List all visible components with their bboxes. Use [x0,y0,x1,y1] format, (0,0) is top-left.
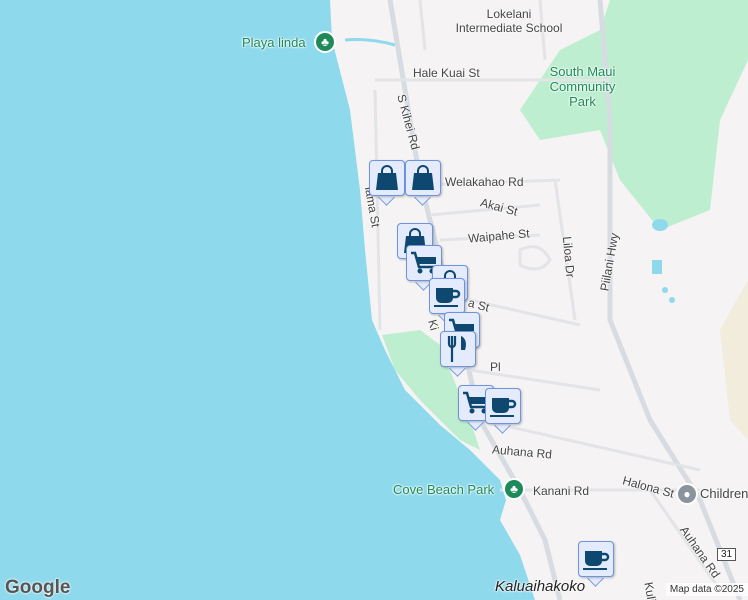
map-canvas[interactable]: ♣ Playa linda Lokelani Intermediate Scho… [0,0,748,600]
map-attribution[interactable]: Map data ©2025 [665,583,748,596]
shopping-bag-icon [405,160,441,196]
street-pl: Pl [490,360,501,374]
park-pin-icon[interactable]: ♣ [314,31,336,53]
coffee-icon [429,278,465,314]
highway-shield-31: 31 [717,548,737,561]
map-marker-restaurant[interactable] [440,331,476,377]
poi-playa-linda[interactable]: Playa linda [242,35,306,50]
map-marker-coffee[interactable] [485,388,521,434]
map-marker-shopping-bag[interactable] [369,160,405,206]
coffee-icon [485,388,521,424]
park-pin-icon[interactable]: ♣ [503,478,525,500]
place-pin-icon[interactable]: ● [676,483,698,505]
street-welakahao: Welakahao Rd [445,175,524,189]
place-kaluaihakoko: Kaluaihakoko [495,578,586,595]
shopping-bag-icon [369,160,405,196]
coffee-icon [578,541,614,577]
poi-park[interactable]: South Maui Community Park [540,64,625,109]
poi-cove-beach-park[interactable]: Cove Beach Park [393,482,494,497]
restaurant-icon [440,331,476,367]
map-marker-shopping-bag[interactable] [405,160,441,206]
street-hale-kuai: Hale Kuai St [413,66,480,80]
map-base [0,0,748,600]
poi-children[interactable]: Children [700,486,748,501]
google-logo: Google [5,577,71,598]
street-kanani: Kanani Rd [533,484,590,498]
poi-school[interactable]: Lokelani Intermediate School [454,7,564,35]
map-marker-coffee[interactable] [578,541,614,587]
